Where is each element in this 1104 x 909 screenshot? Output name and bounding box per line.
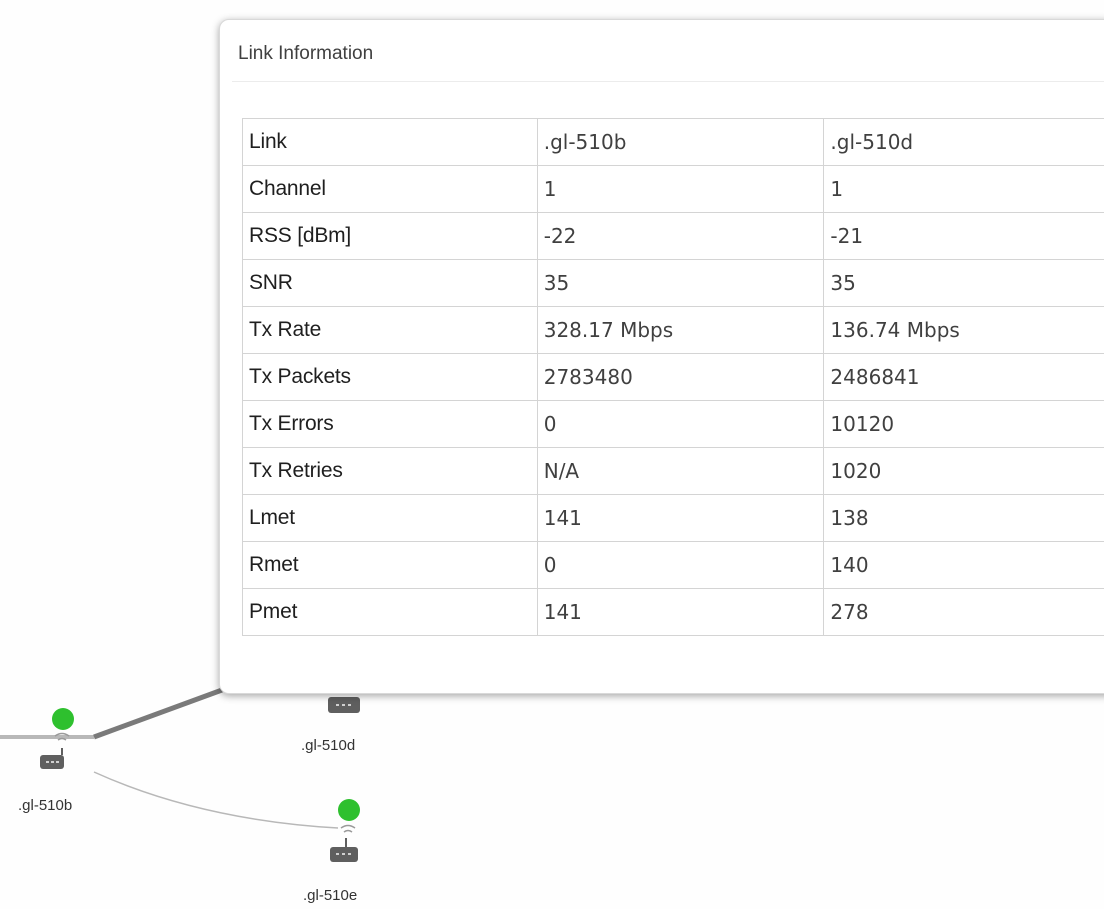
row-label: Link — [242, 118, 538, 166]
cell-value: 328.17 Mbps — [536, 306, 825, 354]
status-dot-online — [52, 708, 74, 730]
cell-value: -22 — [536, 212, 825, 260]
table-row: Tx Retries N/A 1020 — [242, 447, 1104, 495]
row-label: Lmet — [242, 494, 538, 542]
cell-value: -21 — [823, 212, 1104, 260]
cell-value: 1020 — [823, 447, 1104, 495]
cell-value: 0 — [536, 400, 825, 448]
row-label: Channel — [242, 165, 538, 213]
row-label: Tx Packets — [242, 353, 538, 401]
table-row: Tx Errors 0 10120 — [242, 400, 1104, 448]
cell-value: 2783480 — [536, 353, 825, 401]
cell-value: 1 — [536, 165, 825, 213]
cell-value: N/A — [536, 447, 825, 495]
row-label: RSS [dBm] — [242, 212, 538, 260]
table-row: Lmet 141 138 — [242, 494, 1104, 542]
network-topology-canvas: .gl-510b .gl-510d .gl-510e Link Informat… — [0, 0, 1104, 909]
cell-value: 0 — [536, 541, 825, 589]
link-line-510b-510d[interactable] — [93, 687, 223, 740]
cell-value: 136.74 Mbps — [823, 306, 1104, 354]
link-info-table: Link .gl-510b .gl-510d Channel 1 1 RSS [… — [242, 118, 1104, 636]
table-row: Rmet 0 140 — [242, 541, 1104, 589]
popup-divider — [232, 81, 1104, 82]
cell-value: 1 — [823, 165, 1104, 213]
cell-value: 141 — [536, 494, 825, 542]
row-label: SNR — [242, 259, 538, 307]
cell-value: 140 — [823, 541, 1104, 589]
router-icon — [330, 838, 358, 862]
node-label-gl-510d: .gl-510d — [301, 737, 356, 754]
cell-value: 35 — [536, 259, 825, 307]
table-row: Tx Rate 328.17 Mbps 136.74 Mbps — [242, 306, 1104, 354]
cell-value: 35 — [823, 259, 1104, 307]
node-link-gl-510d[interactable]: .gl-510d — [823, 118, 1104, 166]
row-label: Pmet — [242, 588, 538, 636]
table-row: RSS [dBm] -22 -21 — [242, 212, 1104, 260]
router-icon — [40, 748, 64, 769]
link-information-popup: Link Information Link .gl-510b .gl-510d … — [219, 19, 1104, 694]
row-label: Tx Retries — [242, 447, 538, 495]
table-row: Channel 1 1 — [242, 165, 1104, 213]
row-label: Tx Errors — [242, 400, 538, 448]
row-label: Rmet — [242, 541, 538, 589]
wifi-icon — [340, 824, 356, 833]
cell-value: 141 — [536, 588, 825, 636]
cell-value: 278 — [823, 588, 1104, 636]
link-line-510b-510e[interactable] — [93, 771, 339, 829]
table-row: Tx Packets 2783480 2486841 — [242, 353, 1104, 401]
node-label-gl-510e: .gl-510e — [303, 887, 358, 904]
cell-value: 10120 — [823, 400, 1104, 448]
node-link-gl-510b[interactable]: .gl-510b — [536, 118, 825, 166]
status-dot-online — [338, 799, 360, 821]
node-gl-510e[interactable] — [330, 799, 360, 862]
node-gl-510d[interactable] — [328, 697, 360, 713]
cell-value: 138 — [823, 494, 1104, 542]
router-icon — [328, 697, 360, 713]
table-header-row: Link .gl-510b .gl-510d — [242, 118, 1104, 166]
table-row: Pmet 141 278 — [242, 588, 1104, 636]
cell-value: 2486841 — [823, 353, 1104, 401]
node-label-gl-510b: .gl-510b — [18, 797, 73, 814]
table-row: SNR 35 35 — [242, 259, 1104, 307]
popup-title: Link Information — [238, 43, 374, 64]
row-label: Tx Rate — [242, 306, 538, 354]
